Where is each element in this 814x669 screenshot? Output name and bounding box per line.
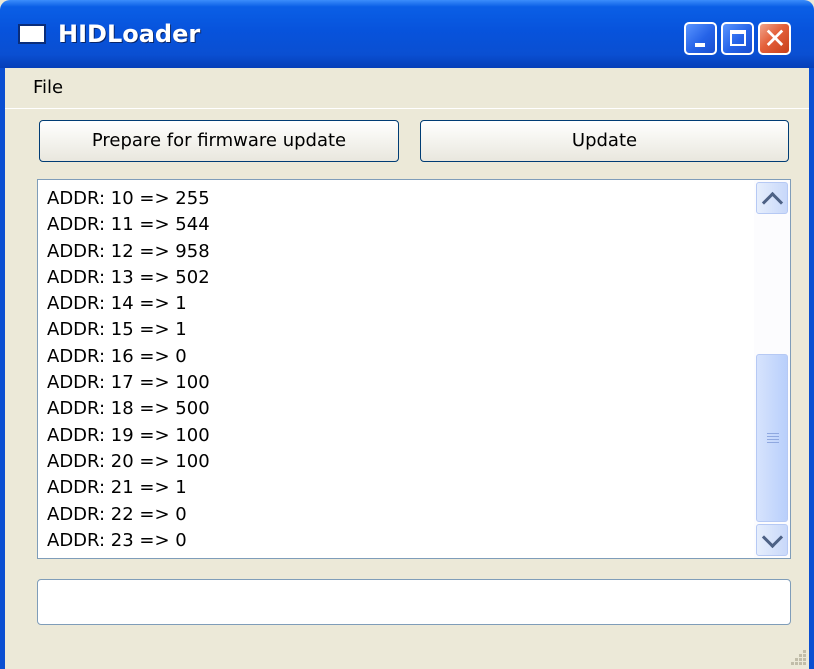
list-item[interactable]: ADDR: 17 => 100 bbox=[47, 370, 210, 396]
list-item[interactable]: ADDR: 20 => 100 bbox=[47, 449, 210, 475]
app-window-icon bbox=[18, 24, 46, 44]
list-item[interactable]: ADDR: 12 => 958 bbox=[47, 239, 210, 265]
resize-grip-icon[interactable] bbox=[788, 647, 806, 665]
grip-icon bbox=[767, 433, 779, 434]
title-bar[interactable]: HIDLoader ✕ bbox=[0, 0, 814, 68]
close-button[interactable]: ✕ bbox=[758, 22, 791, 55]
list-item[interactable]: ADDR: 15 => 1 bbox=[47, 317, 210, 343]
log-list-items: ADDR: 10 => 255 ADDR: 11 => 544 ADDR: 12 =… bbox=[47, 186, 210, 554]
minimize-button[interactable] bbox=[684, 22, 717, 55]
minimize-icon bbox=[695, 43, 705, 47]
maximize-icon bbox=[730, 30, 746, 46]
list-item[interactable]: ADDR: 13 => 502 bbox=[47, 265, 210, 291]
window-title: HIDLoader bbox=[58, 20, 201, 48]
list-item[interactable]: ADDR: 10 => 255 bbox=[47, 186, 210, 212]
list-item[interactable]: ADDR: 16 => 0 bbox=[47, 344, 210, 370]
list-item[interactable]: ADDR: 22 => 0 bbox=[47, 502, 210, 528]
prepare-firmware-update-button[interactable]: Prepare for firmware update bbox=[39, 120, 399, 162]
scroll-thumb[interactable] bbox=[756, 354, 788, 522]
menu-file[interactable]: File bbox=[33, 77, 63, 98]
log-list[interactable]: ADDR: 10 => 255 ADDR: 11 => 544 ADDR: 12 =… bbox=[37, 179, 791, 559]
update-button[interactable]: Update bbox=[420, 120, 789, 162]
maximize-button[interactable] bbox=[721, 22, 754, 55]
list-item[interactable]: ADDR: 14 => 1 bbox=[47, 291, 210, 317]
scroll-down-button[interactable] bbox=[756, 524, 788, 556]
status-field[interactable] bbox=[37, 579, 791, 625]
close-icon: ✕ bbox=[763, 22, 787, 55]
list-item[interactable]: ADDR: 11 => 544 bbox=[47, 212, 210, 238]
vertical-scrollbar[interactable] bbox=[754, 180, 790, 558]
menu-bar: File bbox=[5, 68, 809, 109]
hidloader-window: HIDLoader ✕ File Prepare for firmware up… bbox=[0, 0, 814, 669]
list-item[interactable]: ADDR: 18 => 500 bbox=[47, 396, 210, 422]
scroll-up-button[interactable] bbox=[756, 182, 788, 214]
window-frame-left bbox=[0, 68, 5, 669]
list-item[interactable]: ADDR: 23 => 0 bbox=[47, 528, 210, 554]
list-item[interactable]: ADDR: 21 => 1 bbox=[47, 475, 210, 501]
chevron-down-icon bbox=[761, 526, 784, 549]
window-frame-right bbox=[809, 68, 814, 669]
list-item[interactable]: ADDR: 19 => 100 bbox=[47, 423, 210, 449]
chevron-up-icon bbox=[761, 191, 784, 214]
